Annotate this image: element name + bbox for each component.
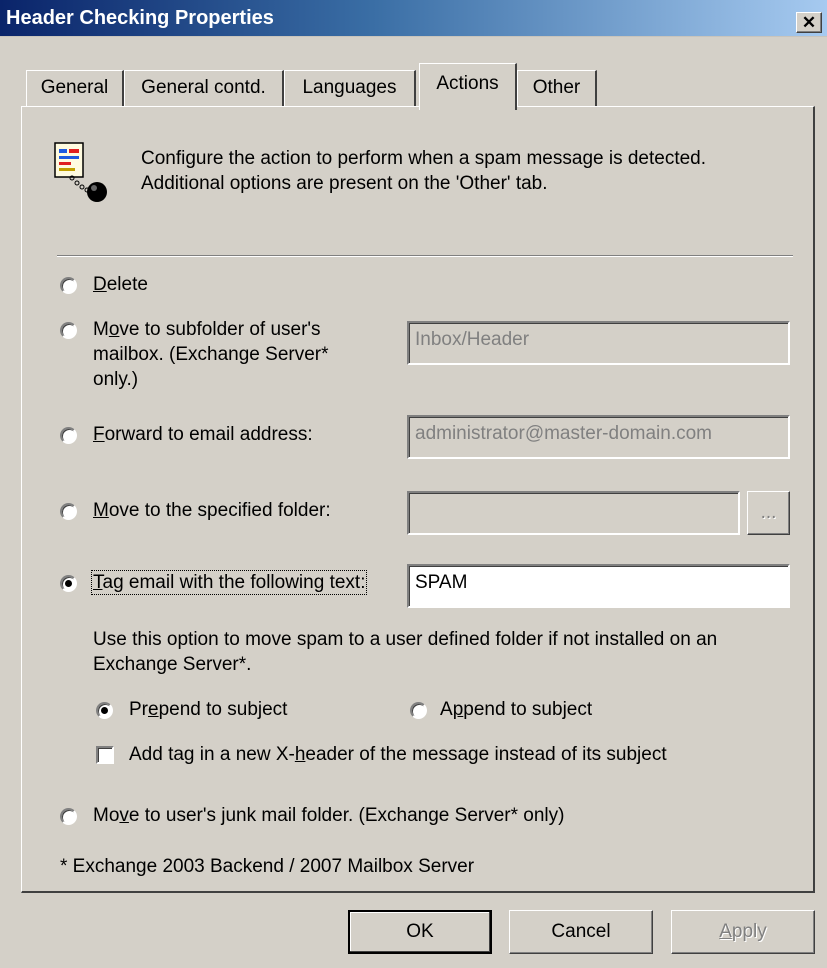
close-icon: ✕ xyxy=(801,13,817,32)
tab-languages[interactable]: Languages xyxy=(284,70,416,106)
delete-radio[interactable] xyxy=(60,277,77,294)
append-radio[interactable] xyxy=(410,702,427,719)
folder-path-field[interactable] xyxy=(407,491,740,535)
intro-line-1: Configure the action to perform when a s… xyxy=(141,148,707,169)
xheader-label: Add tag in a new X-header of the message… xyxy=(129,744,667,765)
forward-label: Forward to email address: xyxy=(93,424,313,445)
tab-other[interactable]: Other xyxy=(517,70,597,106)
tag-text-field[interactable]: SPAM xyxy=(407,564,790,608)
browse-button[interactable]: ... xyxy=(747,491,790,535)
xheader-checkbox[interactable] xyxy=(96,746,114,764)
close-button[interactable]: ✕ xyxy=(796,12,822,33)
move-subfolder-label-line2: mailbox. (Exchange Server* xyxy=(93,344,329,365)
footnote: * Exchange 2003 Backend / 2007 Mailbox S… xyxy=(60,856,475,877)
move-folder-radio[interactable] xyxy=(60,503,77,520)
ok-button[interactable]: OK xyxy=(348,910,492,954)
junk-label: Move to user's junk mail folder. (Exchan… xyxy=(93,805,565,826)
move-subfolder-radio[interactable] xyxy=(60,322,77,339)
prepend-radio[interactable] xyxy=(96,702,113,719)
tab-actions[interactable]: Actions xyxy=(419,63,517,110)
title-bar: Header Checking Properties ✕ xyxy=(0,0,827,37)
move-subfolder-label: Move to subfolder of user's xyxy=(93,319,321,340)
move-folder-label: Move to the specified folder: xyxy=(93,500,331,521)
tag-help-line-2: Exchange Server*. xyxy=(93,654,252,675)
cancel-button[interactable]: Cancel xyxy=(509,910,653,954)
append-label: Append to subject xyxy=(440,699,593,720)
tag-help-line-1: Use this option to move spam to a user d… xyxy=(93,629,718,650)
forward-radio[interactable] xyxy=(60,427,77,444)
move-subfolder-label-line3: only.) xyxy=(93,369,139,390)
tag-label: Tag email with the following text: xyxy=(90,570,368,595)
tag-radio[interactable] xyxy=(60,575,77,592)
apply-button[interactable]: Apply xyxy=(671,910,815,954)
subfolder-field[interactable]: Inbox/Header xyxy=(407,321,790,365)
tab-general-contd[interactable]: General contd. xyxy=(124,70,284,106)
spam-ball-and-chain-icon xyxy=(54,142,107,202)
separator xyxy=(57,255,793,257)
tab-general[interactable]: General xyxy=(26,70,124,106)
prepend-label: Prepend to subject xyxy=(129,699,288,720)
delete-label: Delete xyxy=(93,274,148,295)
intro-line-2: Additional options are present on the 'O… xyxy=(141,173,548,194)
junk-radio[interactable] xyxy=(60,808,77,825)
forward-email-field[interactable]: administrator@master-domain.com xyxy=(407,415,790,459)
window-title: Header Checking Properties xyxy=(6,7,274,29)
